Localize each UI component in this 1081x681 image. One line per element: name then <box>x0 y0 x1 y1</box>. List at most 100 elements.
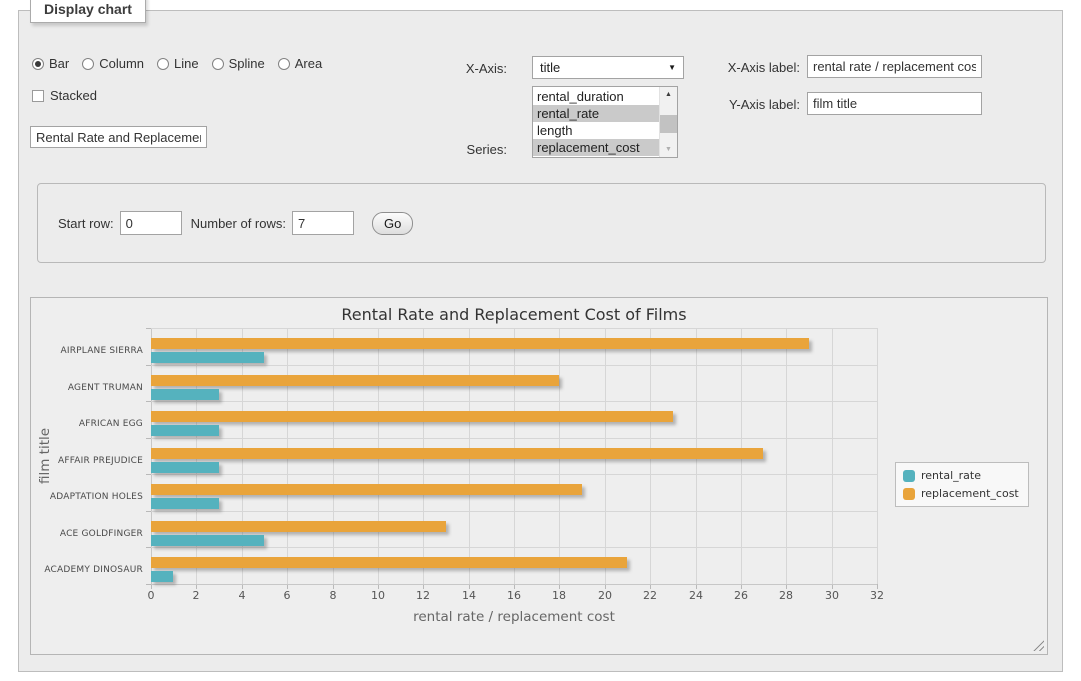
radio-circle-icon <box>212 58 224 70</box>
x-tick-label: 30 <box>815 589 849 602</box>
x-tick-label: 26 <box>724 589 758 602</box>
grid-line <box>151 474 877 475</box>
radio-label: Bar <box>49 56 69 71</box>
grid-line <box>151 328 877 329</box>
radio-spline[interactable]: Spline <box>212 56 265 71</box>
stacked-checkbox-row[interactable]: Stacked <box>32 88 97 103</box>
y-axis-label-input[interactable] <box>807 92 982 115</box>
chart-title-input[interactable] <box>30 126 207 148</box>
series-option-replacement_cost[interactable]: replacement_cost <box>533 139 659 156</box>
chart-type-radio-group: Bar Column Line Spline Area <box>32 56 322 71</box>
y-axis-label-label: Y-Axis label: <box>675 97 800 112</box>
bar-rental_rate <box>151 389 219 400</box>
display-chart-fieldset: Display chart BarColumnLineSplineArea St… <box>18 10 1063 672</box>
radio-circle-icon <box>157 58 169 70</box>
chart-legend: rental_rate replacement_cost <box>895 462 1029 507</box>
legend-item-rental_rate[interactable]: rental_rate <box>903 469 1019 482</box>
x-tick-label: 2 <box>179 589 213 602</box>
category-label: ACADEMY DINOSAUR <box>31 564 143 577</box>
number-of-rows-input[interactable] <box>292 211 354 235</box>
scrollbar-down-icon[interactable]: ▼ <box>660 142 677 157</box>
radio-label: Line <box>174 56 199 71</box>
grid-line <box>786 328 787 584</box>
y-axis-tick <box>146 438 151 439</box>
bar-rental_rate <box>151 498 219 509</box>
x-tick-label: 12 <box>406 589 440 602</box>
grid-line <box>877 328 878 584</box>
x-tick-label: 28 <box>769 589 803 602</box>
category-label: ADAPTATION HOLES <box>31 491 143 504</box>
x-tick-label: 16 <box>497 589 531 602</box>
x-tick-label: 32 <box>860 589 894 602</box>
legend-label: rental_rate <box>921 469 981 482</box>
radio-circle-icon <box>278 58 290 70</box>
category-label: AFRICAN EGG <box>31 418 143 431</box>
radio-column[interactable]: Column <box>82 56 144 71</box>
radio-circle-icon <box>32 58 44 70</box>
bar-rental_rate <box>151 462 219 473</box>
bar-replacement_cost <box>151 521 446 532</box>
bar-rental_rate <box>151 352 264 363</box>
y-axis-tick <box>146 401 151 402</box>
bar-rental_rate <box>151 535 264 546</box>
x-tick-label: 24 <box>679 589 713 602</box>
radio-bar[interactable]: Bar <box>32 56 69 71</box>
legend-item-replacement_cost[interactable]: replacement_cost <box>903 487 1019 500</box>
x-tick-label: 6 <box>270 589 304 602</box>
y-axis-tick <box>146 328 151 329</box>
x-tick-label: 20 <box>588 589 622 602</box>
y-axis-tick <box>146 511 151 512</box>
number-of-rows-label: Number of rows: <box>191 216 286 231</box>
scrollbar-thumb[interactable] <box>660 115 677 133</box>
radio-label: Column <box>99 56 144 71</box>
bar-rental_rate <box>151 425 219 436</box>
series-option-rental_rate[interactable]: rental_rate <box>533 105 659 122</box>
grid-line <box>151 401 877 402</box>
resize-handle[interactable] <box>1033 640 1044 651</box>
x-axis-select-label: X-Axis: <box>415 61 507 76</box>
bar-replacement_cost <box>151 411 673 422</box>
category-label: ACE GOLDFINGER <box>31 528 143 541</box>
x-tick-label: 22 <box>633 589 667 602</box>
x-tick-label: 10 <box>361 589 395 602</box>
x-axis-label-label: X-Axis label: <box>675 60 800 75</box>
y-axis-tick <box>146 474 151 475</box>
grid-line <box>832 328 833 584</box>
radio-line[interactable]: Line <box>157 56 199 71</box>
radio-area[interactable]: Area <box>278 56 322 71</box>
grid-line <box>151 511 877 512</box>
chart-title: Rental Rate and Replacement Cost of Film… <box>151 305 877 324</box>
go-button[interactable]: Go <box>372 212 413 235</box>
x-axis-title: rental rate / replacement cost <box>151 609 877 625</box>
x-axis-label-input[interactable] <box>807 55 982 78</box>
radio-circle-icon <box>82 58 94 70</box>
category-label: AGENT TRUMAN <box>31 382 143 395</box>
legend-swatch-icon <box>903 470 915 482</box>
radio-label: Spline <box>229 56 265 71</box>
grid-line <box>151 584 877 585</box>
series-option-length[interactable]: length <box>533 122 659 139</box>
row-controls-panel: Start row: Number of rows: Go <box>37 183 1046 263</box>
bar-replacement_cost <box>151 484 582 495</box>
category-label: AIRPLANE SIERRA <box>31 345 143 358</box>
bar-replacement_cost <box>151 448 763 459</box>
series-label: Series: <box>415 142 507 157</box>
x-axis-select[interactable]: title ▼ <box>532 56 684 79</box>
start-row-input[interactable] <box>120 211 182 235</box>
x-tick-label: 18 <box>542 589 576 602</box>
series-option-rental_duration[interactable]: rental_duration <box>533 88 659 105</box>
series-listbox[interactable]: rental_durationrental_ratelengthreplacem… <box>532 86 678 158</box>
x-axis-select-value: title <box>540 60 560 75</box>
legend-swatch-icon <box>903 488 915 500</box>
bar-rental_rate <box>151 571 173 582</box>
start-row-label: Start row: <box>58 216 114 231</box>
bar-replacement_cost <box>151 338 809 349</box>
bar-replacement_cost <box>151 557 627 568</box>
stacked-checkbox[interactable] <box>32 90 44 102</box>
category-label: AFFAIR PREJUDICE <box>31 455 143 468</box>
grid-line <box>151 438 877 439</box>
chart-panel: Rental Rate and Replacement Cost of Film… <box>30 297 1048 655</box>
bar-replacement_cost <box>151 375 559 386</box>
x-tick-label: 8 <box>316 589 350 602</box>
y-axis-tick <box>146 547 151 548</box>
